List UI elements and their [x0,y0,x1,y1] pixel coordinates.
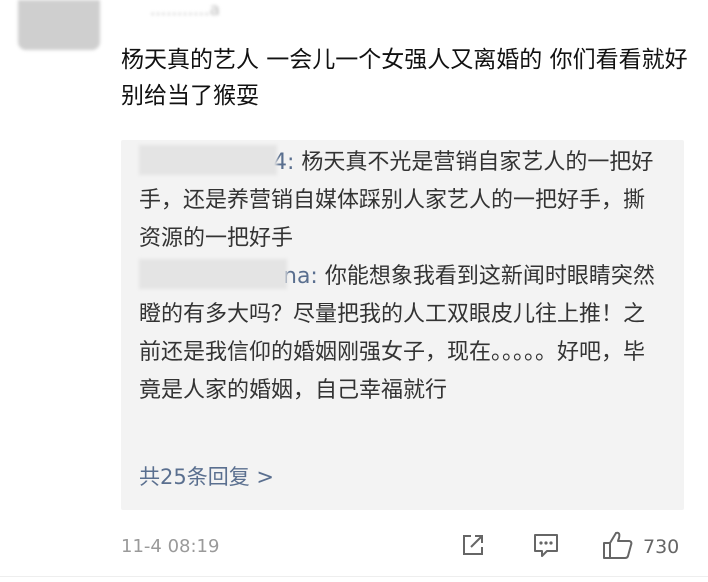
like-count: 730 [643,536,680,558]
blurred-username [139,145,277,175]
reply-item[interactable]: 4: 杨天真不光是营销自家艺人的一把好手，还是养营销自媒体踩别人家艺人的一把好手… [139,144,661,258]
timestamp: 11-4 08:19 [121,536,220,557]
avatar[interactable] [18,0,100,50]
share-button[interactable] [459,530,487,564]
reply-box: 4: 杨天真不光是营销自家艺人的一把好手，还是养营销自媒体踩别人家艺人的一把好手… [121,140,684,510]
comment-icon [531,531,561,563]
reply-item[interactable]: na: 你能想象我看到这新闻时眼睛突然瞪的有多大吗？尽量把我的人工双眼皮儿往上推… [139,258,661,410]
like-button[interactable]: 730 [601,530,679,564]
comment-button[interactable] [531,530,561,564]
blurred-username [139,259,287,289]
weibo-comment-screen: ...........a 杨天真的艺人 一会儿一个女强人又离婚的 你们看看就好 … [0,0,708,582]
username[interactable]: ...........a [150,0,270,20]
divider [0,576,708,577]
comment-footer: 11-4 08:19 730 [121,530,691,564]
reply-username[interactable]: na: [283,264,318,289]
thumbs-up-icon [601,529,635,565]
comment-text: 杨天真的艺人 一会儿一个女强人又离婚的 你们看看就好 别给当了猴耍 [121,47,688,109]
more-replies-link[interactable]: 共25条回复 > [139,462,274,492]
share-icon [459,531,487,563]
